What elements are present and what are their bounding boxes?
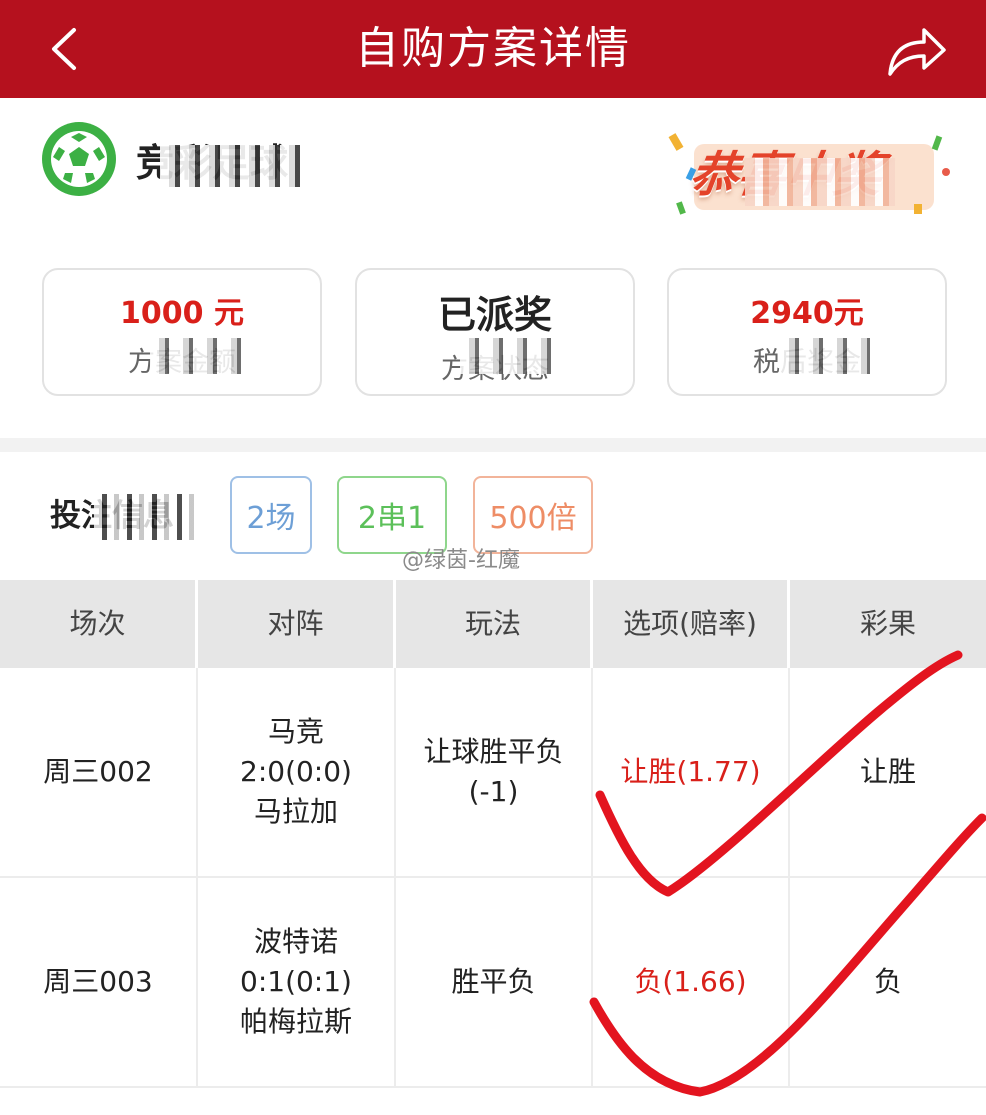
mosaic-overlay xyxy=(94,494,194,540)
play-type: 胜平负 xyxy=(396,878,593,1088)
status-card: 已派奖 方案状态 xyxy=(355,268,635,396)
header-play: 玩法 xyxy=(396,580,593,668)
away-team: 帕梅拉斯 xyxy=(239,1005,352,1038)
status-value: 已派奖 xyxy=(437,293,552,337)
table-row: 周三002 马竞 2:0(0:0) 马拉加 让球胜平负 (-1) 让胜(1.77… xyxy=(0,668,986,878)
matchup: 波特诺 0:1(0:1) 帕梅拉斯 xyxy=(198,878,396,1088)
mosaic-overlay xyxy=(460,338,560,374)
section-divider xyxy=(0,438,986,452)
prize-card: 2940元 税后奖金 xyxy=(667,268,947,396)
table-header-row: 场次 对阵 玩法 选项(赔率) 彩果 xyxy=(0,580,986,668)
match-score: 2:0(0:0) xyxy=(240,755,352,788)
option-odds: 负(1.66) xyxy=(593,878,790,1088)
mosaic-overlay xyxy=(160,145,300,187)
header-option: 选项(赔率) xyxy=(593,580,790,668)
header-result: 彩果 xyxy=(790,580,986,668)
header-matchup: 对阵 xyxy=(198,580,396,668)
soccer-ball-icon xyxy=(42,122,116,196)
option-odds: 让胜(1.77) xyxy=(593,668,790,878)
match-no: 周三002 xyxy=(0,668,198,878)
away-team: 马拉加 xyxy=(253,795,338,828)
matches-count-tag: 2场 xyxy=(230,476,312,554)
mosaic-overlay xyxy=(780,338,870,374)
prize-value: 2940元 xyxy=(750,296,864,331)
table-row: 周三003 波特诺 0:1(0:1) 帕梅拉斯 胜平负 负(1.66) 负 xyxy=(0,878,986,1088)
mosaic-overlay xyxy=(150,338,246,374)
home-team: 马竞 xyxy=(267,715,324,748)
watermark-text: @绿茵-红魔 xyxy=(402,548,520,573)
amount-value: 1000 元 xyxy=(120,296,244,331)
match-score: 0:1(0:1) xyxy=(240,965,352,998)
page-title: 自购方案详情 xyxy=(355,23,631,74)
share-icon[interactable] xyxy=(886,22,948,78)
match-no: 周三003 xyxy=(0,878,198,1088)
result: 负 xyxy=(790,878,986,1088)
play-type: 让球胜平负 (-1) xyxy=(396,668,593,878)
mosaic-overlay xyxy=(745,158,895,206)
play-name: 让球胜平负 xyxy=(423,735,564,768)
result: 让胜 xyxy=(790,668,986,878)
app-header: 自购方案详情 xyxy=(0,0,986,98)
bet-table: 场次 对阵 玩法 选项(赔率) 彩果 周三002 马竞 2:0(0:0) 马拉加… xyxy=(0,580,986,1088)
matchup: 马竞 2:0(0:0) 马拉加 xyxy=(198,668,396,878)
home-team: 波特诺 xyxy=(253,925,338,958)
header-match-no: 场次 xyxy=(0,580,198,668)
amount-card: 1000 元 方案金额 xyxy=(42,268,322,396)
play-handicap: (-1) xyxy=(468,775,519,808)
